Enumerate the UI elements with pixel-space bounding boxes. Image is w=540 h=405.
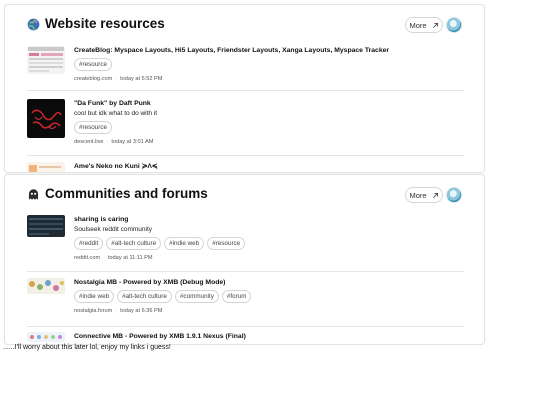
divider xyxy=(27,90,464,91)
communities-and-forums-card: Communities and forums More sharing is c… xyxy=(4,174,485,345)
thumbnail-nostalgia xyxy=(27,278,65,294)
item-time: today at 6:36 PM xyxy=(120,308,163,314)
website-resources-card: Website resources More CreateBlog: Myspa… xyxy=(4,4,485,173)
more-label: More xyxy=(409,190,427,200)
item-domain: reddit.com xyxy=(74,255,101,261)
item-title[interactable]: Ame's Neko no Kuni ≽Ʌ≼ xyxy=(74,162,464,171)
globe-icon xyxy=(27,18,40,31)
tag[interactable]: #community xyxy=(174,290,219,303)
more-label: More xyxy=(409,20,427,30)
item-time: today at 3:01 AM xyxy=(111,139,154,145)
item-description: Soulseek reddit community xyxy=(74,226,153,233)
item-time: today at 5:52 PM xyxy=(120,76,163,82)
tag[interactable]: #indie web xyxy=(164,237,205,250)
divider xyxy=(27,271,464,272)
item-title[interactable]: sharing is caring xyxy=(74,215,464,224)
more-button[interactable]: More xyxy=(405,17,443,33)
arrow-up-right-icon xyxy=(432,192,438,198)
card-header: Website resources More xyxy=(5,5,484,41)
meta-separator: · xyxy=(115,76,118,82)
avatar[interactable] xyxy=(446,187,462,203)
item-title[interactable]: Nostalgia MB - Powered by XMB (Debug Mod… xyxy=(74,278,464,287)
footer-note: ......I'll worry about this later lol, e… xyxy=(3,344,171,351)
tag[interactable]: #resource xyxy=(74,121,113,134)
arrow-up-right-icon xyxy=(432,22,438,28)
divider xyxy=(27,155,464,156)
meta-separator: · xyxy=(115,308,118,314)
list-item[interactable]: Ame's Neko no Kuni ≽Ʌ≼ xyxy=(27,162,464,172)
tag[interactable]: #reddit xyxy=(74,237,104,250)
meta-separator: · xyxy=(106,139,109,145)
section-title: Website resources xyxy=(45,16,165,31)
tag[interactable]: #alt-tech culture xyxy=(106,237,162,250)
meta-separator: · xyxy=(103,255,105,261)
item-domain: createblog.com xyxy=(74,76,113,82)
tag[interactable]: #resource xyxy=(207,237,246,250)
list-item[interactable]: Nostalgia MB - Powered by XMB (Debug Mod… xyxy=(27,278,464,318)
list-item[interactable]: CreateBlog: Myspace Layouts, Hi5 Layouts… xyxy=(27,46,464,82)
thumbnail-connective xyxy=(27,332,65,342)
list-item[interactable]: "Da Funk" by Daft Punk cool but idk what… xyxy=(27,99,464,147)
item-domain: descent.live xyxy=(74,139,104,145)
divider xyxy=(27,326,464,327)
card-header: Communities and forums More xyxy=(5,175,484,211)
thumbnail-neko xyxy=(27,162,65,172)
item-title[interactable]: CreateBlog: Myspace Layouts, Hi5 Layouts… xyxy=(74,46,464,55)
thumbnail-daft-punk xyxy=(27,99,65,138)
more-button[interactable]: More xyxy=(405,187,443,203)
thumbnail-createblog xyxy=(27,46,65,74)
list-item[interactable]: sharing is caring Soulseek reddit commun… xyxy=(27,215,464,263)
section-title: Communities and forums xyxy=(45,186,208,201)
thumbnail-reddit xyxy=(27,215,65,237)
ghost-icon xyxy=(28,189,39,200)
avatar[interactable] xyxy=(446,17,462,33)
item-description: cool but idk what to do with it xyxy=(74,110,158,117)
tag[interactable]: #forum xyxy=(221,290,252,303)
tag[interactable]: #alt-tech culture xyxy=(117,290,172,303)
tag[interactable]: #resource xyxy=(74,58,113,71)
item-time: today at 11:11 PM xyxy=(108,255,153,261)
item-title[interactable]: "Da Funk" by Daft Punk xyxy=(74,99,464,108)
list-item[interactable]: Connective MB - Powered by XMB 1.9.1 Nex… xyxy=(27,332,464,344)
tag[interactable]: #indie web xyxy=(74,290,115,303)
item-title[interactable]: Connective MB - Powered by XMB 1.9.1 Nex… xyxy=(74,332,464,341)
item-domain: nostalgia.forum xyxy=(74,308,113,314)
